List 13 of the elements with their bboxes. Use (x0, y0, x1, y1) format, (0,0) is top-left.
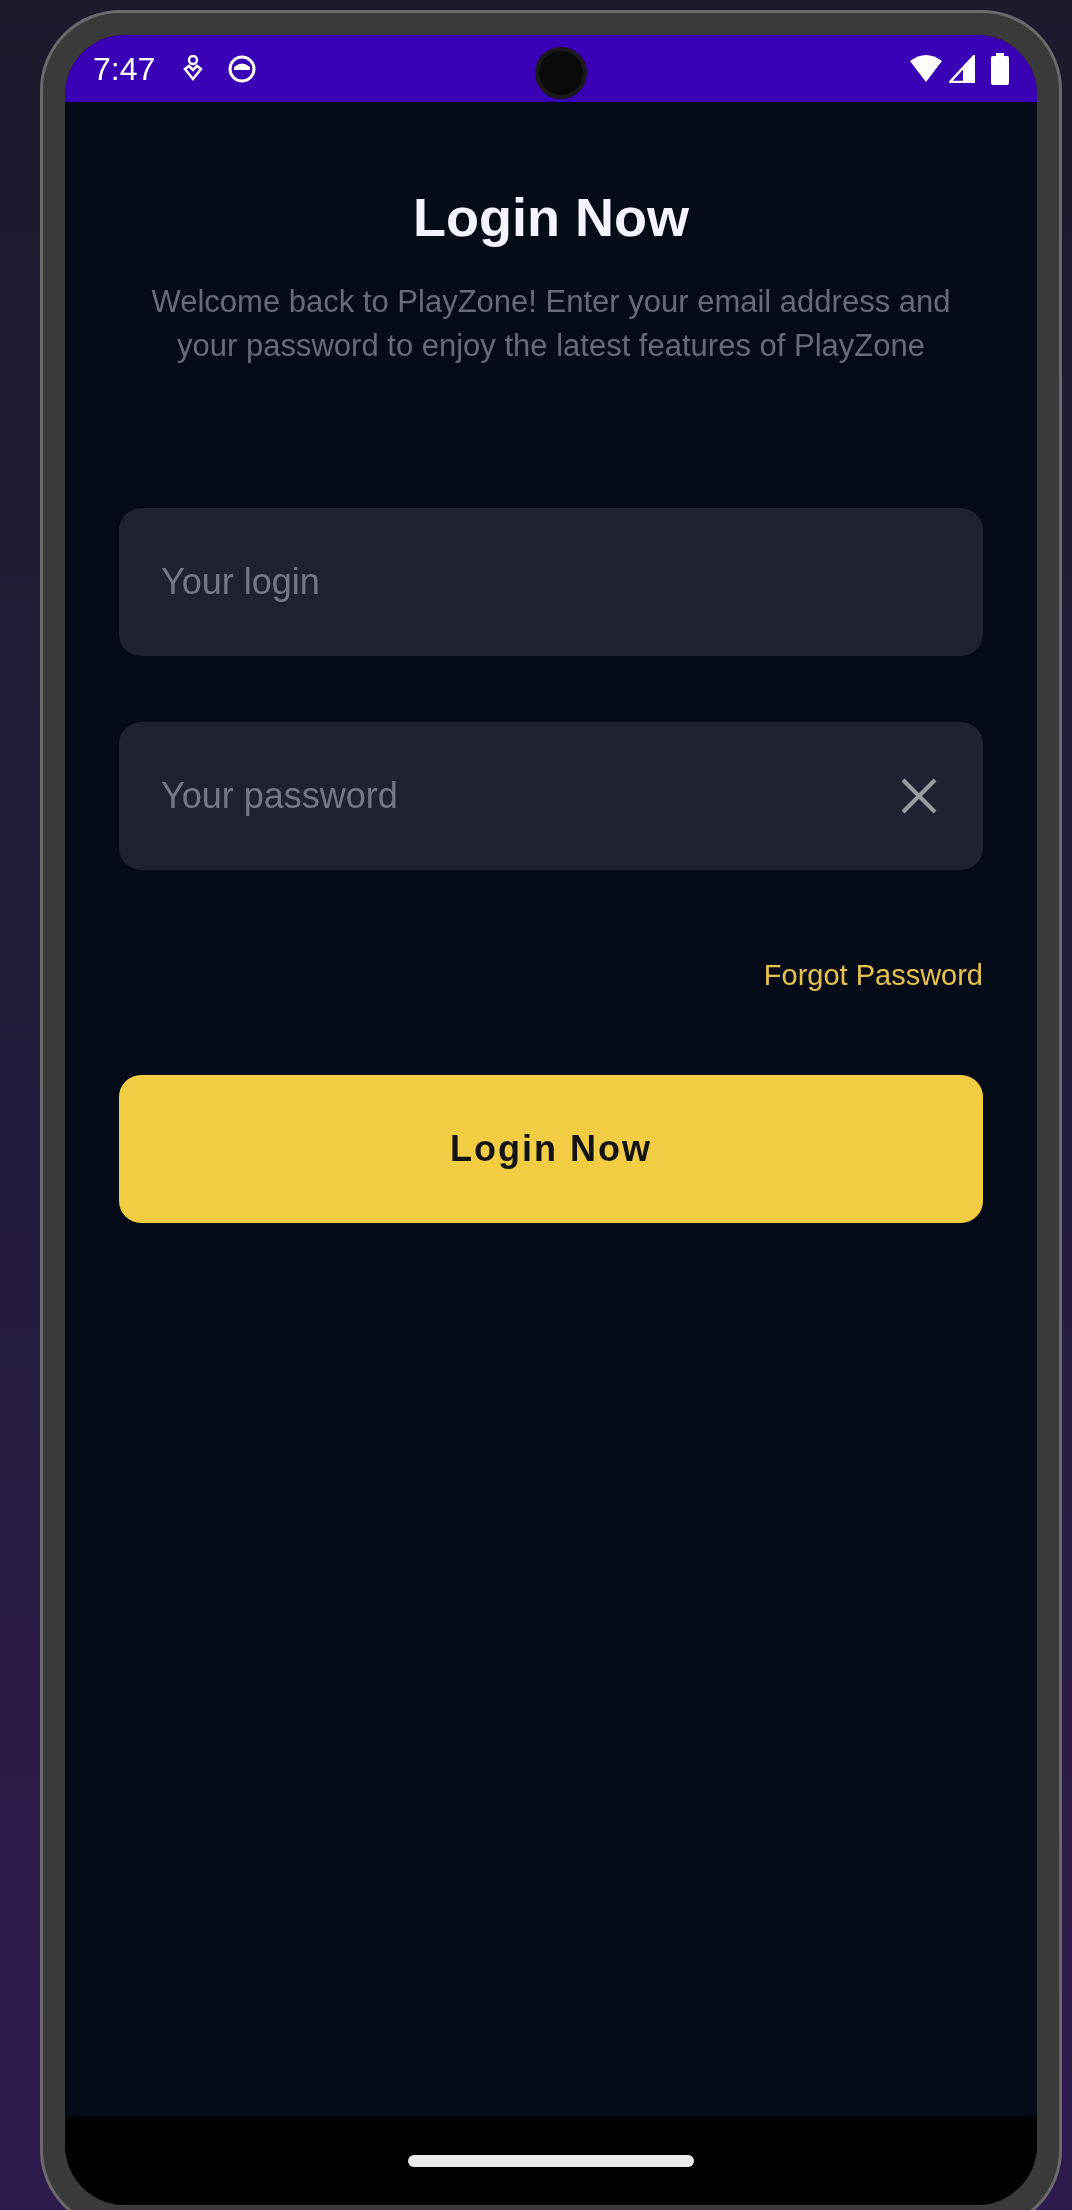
text-field[interactable]: Your login (119, 507, 983, 656)
welcome-text: Welcome back to PlayZone! Enter your email address and your password to enjoy the latest features of PlayZone (150, 282, 952, 365)
battery-icon (991, 52, 1009, 85)
signal-icon (949, 54, 975, 83)
page-title: Login Now (413, 186, 689, 249)
notification-icon (183, 54, 204, 83)
status-time: 7:47 (93, 49, 156, 89)
camera-cutout (535, 47, 587, 99)
wifi-icon (909, 54, 943, 83)
login-button[interactable]: Login Now (119, 1075, 983, 1223)
text-field[interactable]: Your password (119, 721, 983, 870)
app-icon (227, 53, 258, 84)
forgot-password-link[interactable]: Forgot Password (763, 953, 983, 997)
